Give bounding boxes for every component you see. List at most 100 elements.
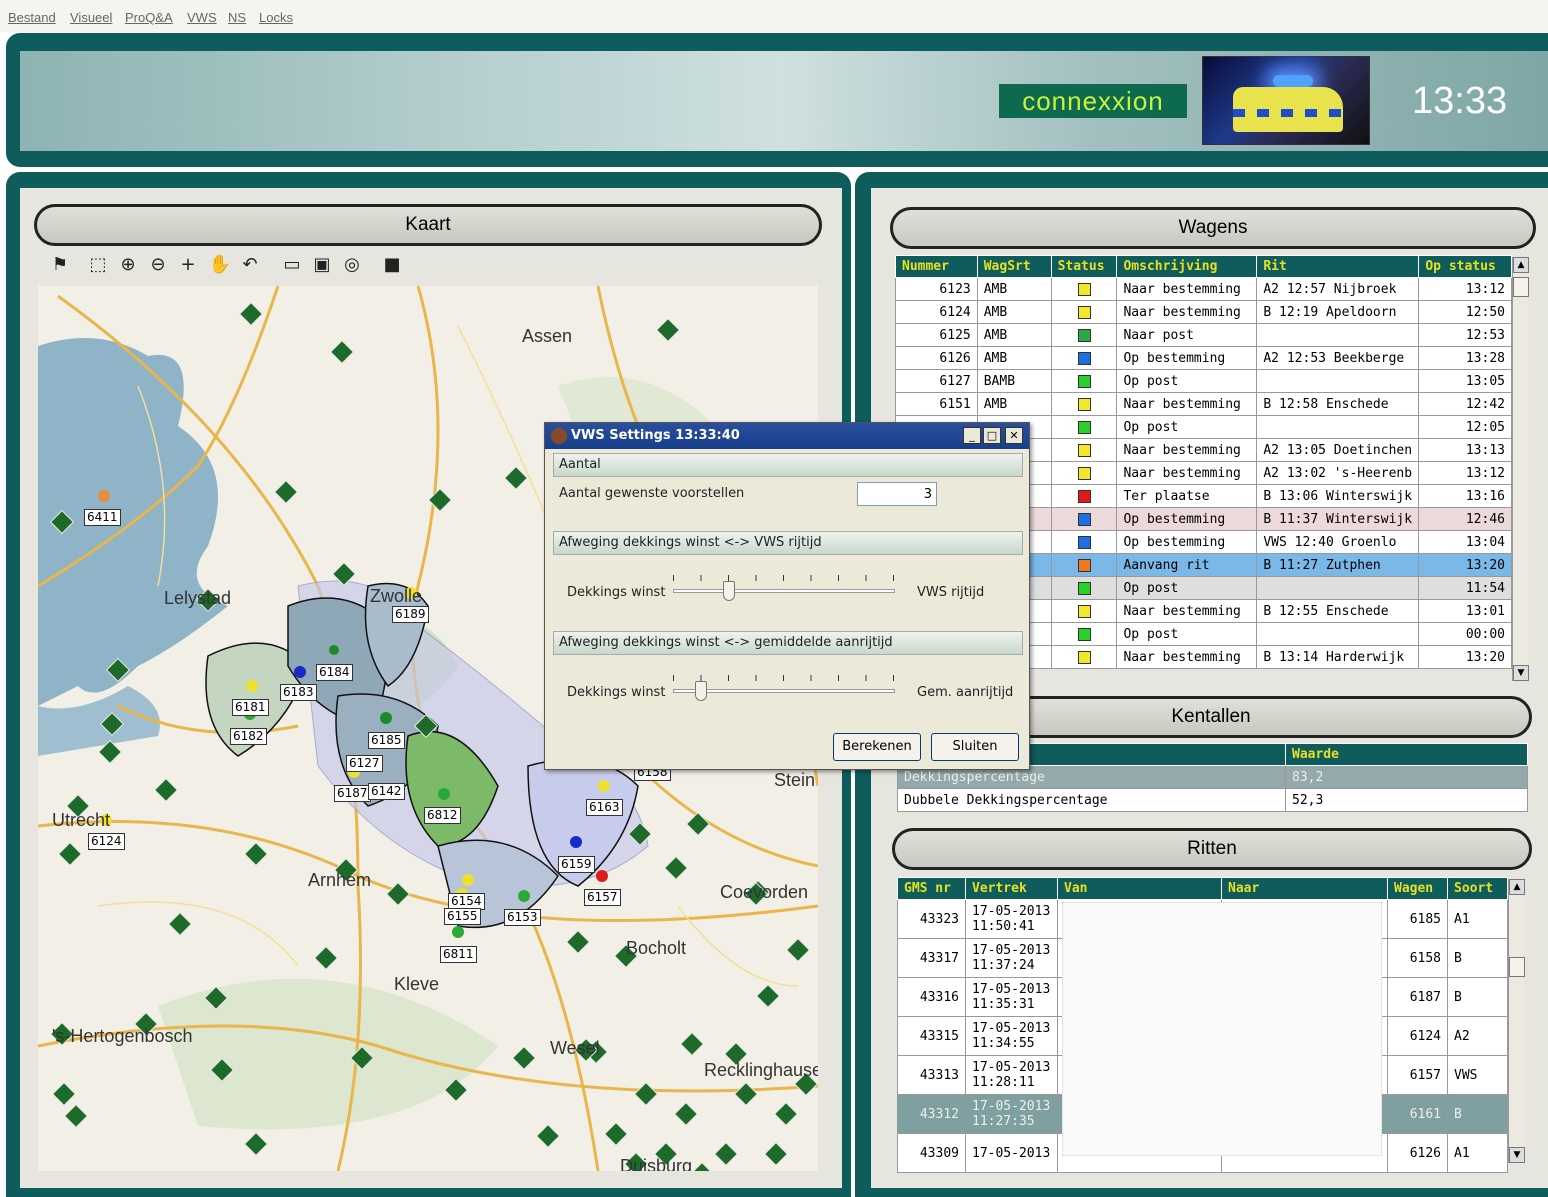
table-row[interactable]: 6151 AMB Naar bestemming B 12:58 Enschede 12…: [895, 392, 1512, 416]
select-icon[interactable]: ⬚: [86, 253, 110, 277]
maximize-icon[interactable]: □: [983, 427, 1001, 444]
table-row[interactable]: Dubbele Dekkingspercentage 52,3: [897, 788, 1528, 812]
vehicle-label[interactable]: 6142: [368, 783, 405, 800]
table-row[interactable]: 6125 AMB Naar post 12:53: [895, 323, 1512, 347]
ruler-icon[interactable]: ▭: [280, 253, 304, 277]
vehicle-label[interactable]: 6189: [392, 606, 429, 623]
wagen-op-status: 13:04: [1418, 530, 1512, 554]
rit-wagen: 6161: [1387, 1094, 1448, 1134]
vehicle-label[interactable]: 6159: [558, 856, 595, 873]
status-cell: [1050, 323, 1118, 347]
vehicle-label[interactable]: 6811: [440, 946, 477, 963]
rit-soort: B: [1447, 977, 1508, 1017]
undo-icon[interactable]: ↶: [238, 253, 262, 277]
vehicle-label[interactable]: 6153: [504, 909, 541, 926]
scroll-up-icon[interactable]: ▲: [1509, 879, 1525, 895]
table-row[interactable]: 6127 BAMB Op post 13:05: [895, 369, 1512, 393]
globe-icon[interactable]: ◎: [340, 253, 364, 277]
col-omschrijving[interactable]: Omschrijving: [1116, 255, 1258, 278]
wagen-rit: B 13:06 Winterswijk: [1256, 484, 1420, 508]
wagen-soort: AMB: [976, 392, 1052, 416]
col-vertrek[interactable]: Vertrek: [965, 877, 1058, 900]
city-label: Bocholt: [626, 938, 687, 958]
rit-wagen: 6185: [1387, 899, 1448, 939]
zoom-in-icon[interactable]: ⊕: [116, 253, 140, 277]
dialog-titlebar[interactable]: VWS Settings 13:33:40 _ □ ✕: [545, 423, 1029, 449]
berekenen-button[interactable]: Berekenen: [833, 733, 921, 761]
scroll-thumb[interactable]: [1513, 277, 1529, 297]
menu-bestand[interactable]: Bestand: [8, 10, 56, 25]
menu-visueel[interactable]: Visueel: [70, 10, 112, 25]
status-indicator-icon: [1077, 535, 1091, 549]
scroll-down-icon[interactable]: ▼: [1509, 1147, 1525, 1163]
col-gms[interactable]: GMS nr: [897, 877, 966, 900]
wagen-op-status: 00:00: [1418, 622, 1512, 646]
vehicle-label[interactable]: 6812: [424, 807, 461, 824]
redacted-address-area: [1062, 902, 1382, 1156]
vehicle-label[interactable]: 6182: [230, 728, 267, 745]
status-cell: [1050, 622, 1118, 646]
grid-icon[interactable]: ▣: [310, 253, 334, 277]
table-row[interactable]: 6124 AMB Naar bestemming B 12:19 Apeldoorn 1…: [895, 300, 1512, 324]
col-op-status[interactable]: Op status: [1418, 255, 1512, 278]
city-label: Zwolle: [370, 586, 423, 606]
ritten-scrollbar[interactable]: ▲ ▼: [1508, 879, 1525, 1163]
vertrek-date: 17-05-2013: [972, 1145, 1051, 1161]
vehicle-label[interactable]: 6183: [280, 684, 317, 701]
vehicle-label[interactable]: 6157: [584, 889, 621, 906]
sluiten-button[interactable]: Sluiten: [931, 733, 1019, 761]
slider-thumb[interactable]: [694, 681, 707, 701]
col-soort[interactable]: Soort: [1447, 877, 1508, 900]
menu-locks[interactable]: Locks: [259, 10, 293, 25]
status-indicator-icon: [1077, 558, 1091, 572]
vehicle-label[interactable]: 6411: [84, 509, 121, 526]
scroll-down-icon[interactable]: ▼: [1513, 665, 1529, 681]
vehicle-label[interactable]: 6163: [586, 799, 623, 816]
hand-icon[interactable]: ✋: [208, 253, 232, 277]
vehicle-label[interactable]: 6184: [316, 664, 353, 681]
table-row[interactable]: 6126 AMB Op bestemming A2 12:53 Beekberge 13…: [895, 346, 1512, 370]
scroll-thumb[interactable]: [1509, 957, 1525, 977]
minimize-icon[interactable]: _: [963, 427, 981, 444]
pin-icon[interactable]: ⚑: [48, 253, 72, 277]
col-wagsrt[interactable]: WagSrt: [976, 255, 1052, 278]
status-indicator-icon: [1077, 420, 1091, 434]
aanrijtijd-slider[interactable]: [673, 671, 895, 701]
wagen-omschrijving: Naar bestemming: [1116, 461, 1258, 485]
slider-thumb[interactable]: [722, 581, 735, 601]
aantal-input[interactable]: [857, 482, 937, 506]
zoom-out-icon[interactable]: ⊖: [146, 253, 170, 277]
vehicle-label[interactable]: 6127: [346, 755, 383, 772]
dialog-title: VWS Settings 13:33:40: [571, 428, 740, 443]
vertrek-date: 17-05-2013: [972, 1099, 1051, 1114]
table-row[interactable]: 6123 AMB Naar bestemming A2 12:57 Nijbroek 1…: [895, 277, 1512, 301]
gms-nr: 43313: [897, 1055, 966, 1095]
menu-vws[interactable]: VWS: [187, 10, 217, 25]
vehicle-label[interactable]: 6187: [334, 785, 371, 802]
wagen-rit: B 12:55 Enschede: [1256, 599, 1420, 623]
col-wagen[interactable]: Wagen: [1387, 877, 1448, 900]
vehicle-label[interactable]: 6185: [368, 732, 405, 749]
col-nummer[interactable]: Nummer: [895, 255, 978, 278]
vehicle-label[interactable]: 6124: [88, 833, 125, 850]
wagen-rit: [1256, 622, 1420, 646]
col-van[interactable]: Van: [1057, 877, 1222, 900]
col-status[interactable]: Status: [1050, 255, 1118, 278]
wagen-omschrijving: Naar bestemming: [1116, 392, 1258, 416]
pan-icon[interactable]: +: [176, 253, 200, 277]
close-icon[interactable]: ✕: [1005, 427, 1023, 444]
vehicle-label[interactable]: 6181: [232, 699, 269, 716]
col-waarde[interactable]: Waarde: [1285, 743, 1528, 766]
col-naar[interactable]: Naar: [1221, 877, 1388, 900]
vws-rijtijd-slider[interactable]: [673, 571, 895, 601]
status-cell: [1050, 392, 1118, 416]
menu-proqa[interactable]: ProQ&A: [125, 10, 173, 25]
scroll-up-icon[interactable]: ▲: [1513, 257, 1529, 273]
col-rit[interactable]: Rit: [1256, 255, 1420, 278]
wagen-omschrijving: Op bestemming: [1116, 530, 1258, 554]
wagens-scrollbar[interactable]: ▲ ▼: [1512, 257, 1529, 681]
wagen-op-status: 11:54: [1418, 576, 1512, 600]
vehicle-label[interactable]: 6155: [444, 908, 481, 925]
menu-ns[interactable]: NS: [228, 10, 246, 25]
save-icon[interactable]: ■: [380, 253, 404, 277]
